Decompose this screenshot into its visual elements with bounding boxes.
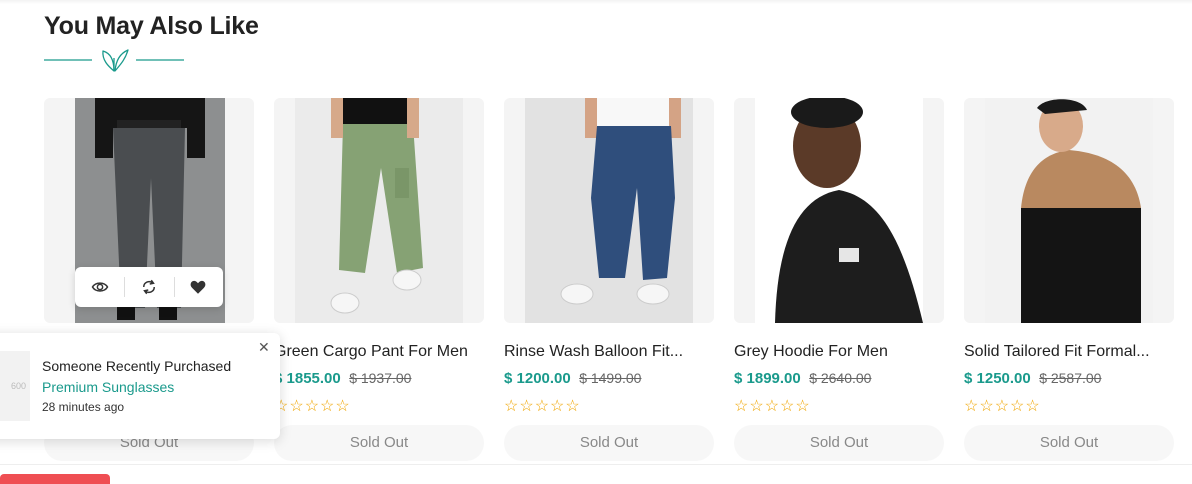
price-row: $ 1855.00 $ 1937.00 <box>274 370 411 388</box>
product-price: $ 1899.00 <box>734 370 801 387</box>
product-card[interactable]: Green Cargo Pant For Men $ 1855.00 $ 193… <box>274 98 484 464</box>
leaf-icon <box>102 49 129 72</box>
product-photo <box>755 98 923 323</box>
sold-out-button[interactable]: Sold Out <box>964 425 1174 461</box>
popup-product-image[interactable]: 600 <box>0 351 30 421</box>
product-price: $ 1855.00 <box>274 370 341 387</box>
wishlist-button[interactable] <box>173 267 223 307</box>
product-name[interactable]: Rinse Wash Balloon Fit... <box>504 343 714 361</box>
product-image[interactable] <box>964 98 1174 323</box>
product-old-price: $ 2640.00 <box>809 370 872 386</box>
product-photo <box>985 98 1153 323</box>
popup-product-link[interactable]: Premium Sunglasses <box>42 379 174 395</box>
compare-button[interactable] <box>124 267 173 307</box>
heart-icon <box>190 280 206 294</box>
product-name[interactable]: Green Cargo Pant For Men <box>274 343 484 361</box>
star-rating: ☆☆☆☆☆ <box>734 398 811 415</box>
product-image[interactable] <box>274 98 484 323</box>
product-photo <box>295 98 463 323</box>
product-image[interactable] <box>504 98 714 323</box>
recent-purchase-popup[interactable]: 600 Someone Recently Purchased Premium S… <box>0 333 280 439</box>
product-name[interactable]: Grey Hoodie For Men <box>734 343 944 361</box>
product-recommendations-page: You May Also Like Sold Out Green Cargo P… <box>0 0 1192 484</box>
sold-out-button[interactable]: Sold Out <box>274 425 484 461</box>
star-rating: ☆☆☆☆☆ <box>964 398 1041 415</box>
product-old-price: $ 1499.00 <box>579 370 642 386</box>
sold-out-button[interactable]: Sold Out <box>504 425 714 461</box>
product-price: $ 1200.00 <box>504 370 571 387</box>
quick-actions-bar <box>75 267 223 307</box>
close-icon[interactable]: ✕ <box>258 339 270 356</box>
section-bottom-border <box>0 464 1192 465</box>
popup-time: 28 minutes ago <box>42 400 125 414</box>
popup-title: Someone Recently Purchased <box>42 358 232 374</box>
top-shadow <box>0 0 1192 4</box>
floating-action-button[interactable] <box>0 474 110 484</box>
section-divider <box>44 49 184 72</box>
product-old-price: $ 1937.00 <box>349 370 412 386</box>
product-card[interactable]: Rinse Wash Balloon Fit... $ 1200.00 $ 14… <box>504 98 714 464</box>
sold-out-button[interactable]: Sold Out <box>734 425 944 461</box>
product-image[interactable] <box>734 98 944 323</box>
star-rating: ☆☆☆☆☆ <box>504 398 581 415</box>
product-card[interactable]: Grey Hoodie For Men $ 1899.00 $ 2640.00 … <box>734 98 944 464</box>
product-name[interactable]: Solid Tailored Fit Formal... <box>964 343 1174 361</box>
price-row: $ 1200.00 $ 1499.00 <box>504 370 641 388</box>
eye-icon <box>91 282 109 292</box>
product-old-price: $ 2587.00 <box>1039 370 1102 386</box>
price-row: $ 1899.00 $ 2640.00 <box>734 370 871 388</box>
product-photo <box>525 98 693 323</box>
compare-icon <box>142 279 155 295</box>
quick-view-button[interactable] <box>75 267 124 307</box>
section-title: You May Also Like <box>44 12 259 40</box>
star-rating: ☆☆☆☆☆ <box>274 398 351 415</box>
product-price: $ 1250.00 <box>964 370 1031 387</box>
price-row: $ 1250.00 $ 2587.00 <box>964 370 1101 388</box>
product-card[interactable]: Solid Tailored Fit Formal... $ 1250.00 $… <box>964 98 1174 464</box>
